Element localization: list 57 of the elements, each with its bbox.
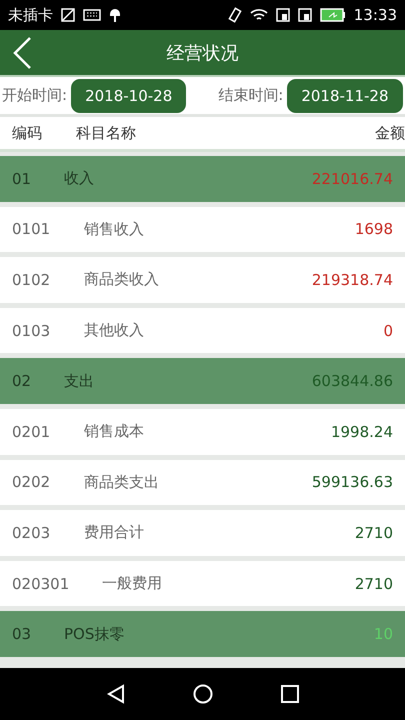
account-name: 商品类收入	[84, 270, 159, 290]
account-amount: 603844.86	[312, 372, 393, 390]
clock-time: 13:33	[354, 6, 397, 24]
subcategory-row[interactable]: 0103 其他收入 0	[0, 308, 405, 354]
account-code: 0201	[12, 422, 52, 441]
subcategory-row[interactable]: 0102 商品类收入 219318.74	[0, 257, 405, 303]
account-amount: 0	[383, 322, 393, 340]
subcategory-row[interactable]: 0202 商品类支出 599136.63	[0, 460, 405, 506]
category-row[interactable]: 02 支出 603844.86	[0, 358, 405, 404]
column-header: 科目名称	[76, 124, 137, 142]
end-date-button[interactable]: 2018-11-28	[287, 78, 402, 112]
account-amount: 221016.74	[312, 170, 393, 188]
home-icon[interactable]	[192, 684, 212, 704]
subcategory-row[interactable]: 020301 一般费用 2710	[0, 560, 405, 606]
account-code: 01	[12, 170, 32, 188]
account-code: 0202	[12, 473, 52, 492]
start-date-label: 开始时间:	[2, 86, 68, 105]
recents-icon[interactable]	[280, 685, 298, 703]
start-date-button[interactable]: 2018-10-28	[71, 78, 186, 112]
account-name: 销售收入	[84, 220, 144, 239]
account-code: 020301	[12, 574, 70, 593]
account-amount: 1698	[354, 220, 393, 238]
back-icon[interactable]	[106, 684, 124, 704]
account-name: 其他收入	[84, 321, 144, 340]
account-name: 支出	[64, 372, 94, 391]
end-date-label: 结束时间:	[218, 86, 284, 105]
account-code: 02	[12, 372, 32, 390]
column-header: 金额	[375, 124, 405, 142]
carrier-text: 未插卡	[8, 6, 53, 24]
account-name: 商品类支出	[84, 472, 159, 492]
account-code: 0102	[12, 270, 52, 289]
category-row[interactable]: 03 POS抹零 10	[0, 611, 405, 657]
category-row[interactable]: 01 收入 221016.74	[0, 156, 405, 202]
account-amount: 1998.24	[330, 422, 393, 441]
account-code: 03	[12, 625, 32, 644]
account-code: 0103	[12, 322, 52, 340]
account-code: 0101	[12, 220, 52, 238]
subcategory-row[interactable]: 0203 费用合计 2710	[0, 510, 405, 556]
keyboard-icon	[83, 9, 101, 21]
wifi-icon	[250, 8, 268, 22]
account-amount: 599136.63	[312, 473, 393, 492]
account-name: POS抹零	[64, 624, 124, 644]
account-name: 销售成本	[84, 422, 144, 442]
subcategory-row[interactable]: 0201 销售成本 1998.24	[0, 408, 405, 455]
account-code: 0203	[12, 524, 52, 542]
page-title: 经营状况	[166, 42, 240, 64]
account-amount: 2710	[354, 524, 393, 542]
image-icon	[61, 8, 75, 22]
account-amount: 2710	[354, 574, 393, 593]
account-amount: 219318.74	[312, 270, 393, 289]
subcategory-row[interactable]: 0101 销售收入 1698	[0, 206, 405, 252]
account-amount: 10	[374, 625, 393, 644]
account-name: 一般费用	[102, 574, 162, 594]
column-header: 编码	[12, 124, 43, 142]
account-name: 费用合计	[84, 523, 144, 542]
battery-icon	[320, 8, 346, 22]
account-name: 收入	[64, 169, 94, 188]
